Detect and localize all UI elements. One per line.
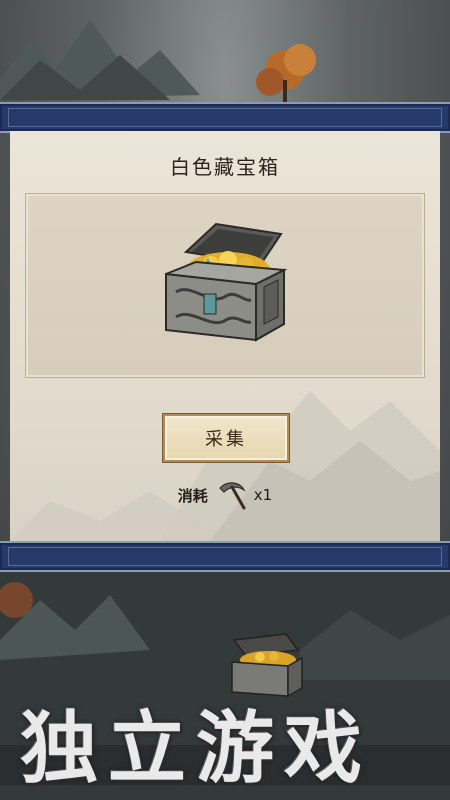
popup-bottom-frame [0,541,450,572]
treasure-chest-icon [165,222,288,342]
popup-top-frame [0,102,450,133]
watermark-text: 独立游戏 [20,703,373,794]
collect-button[interactable]: 采集 [163,414,289,462]
cost-row: 消耗 x1 [10,477,440,513]
item-image-frame [25,193,425,378]
popup-title: 白色藏宝箱 [170,155,280,179]
cost-label: 消耗 [177,486,208,505]
chest-popup-panel: 白色藏宝箱 采集 消耗 x1 [10,131,440,541]
pickaxe-icon [218,482,246,510]
cost-quantity: x1 [253,486,273,504]
